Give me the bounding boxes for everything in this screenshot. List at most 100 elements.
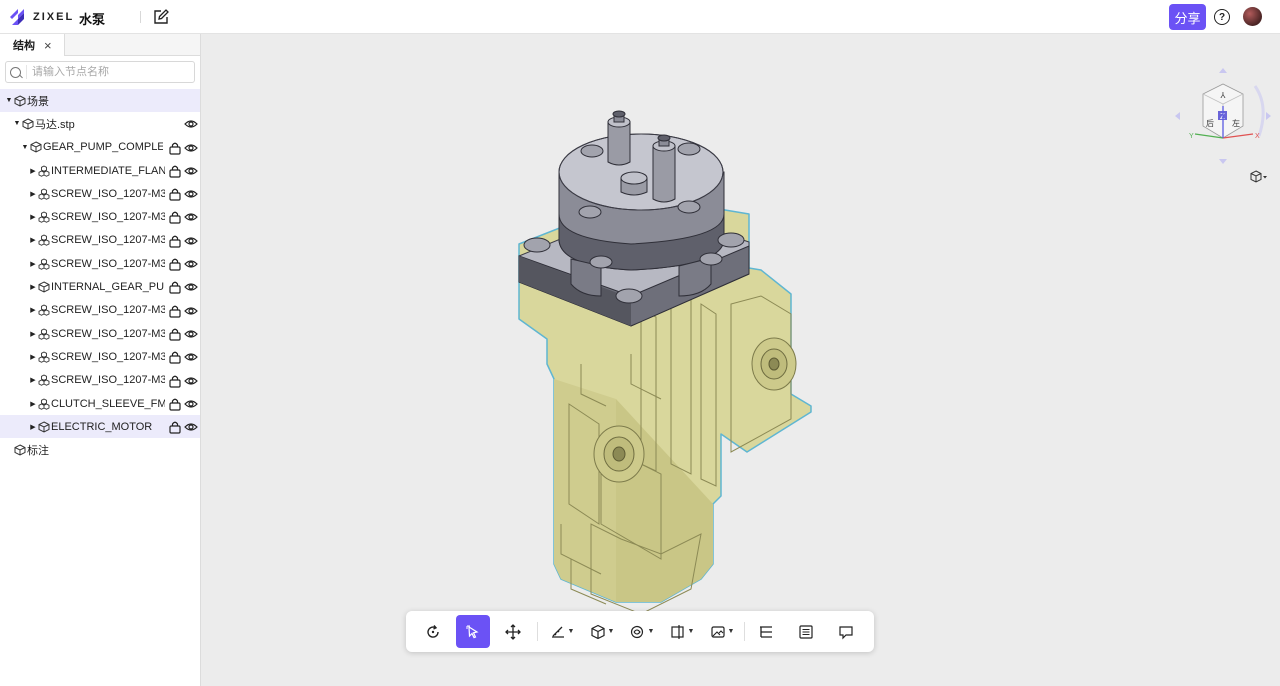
material-tool-button[interactable]: ▼: [624, 615, 660, 648]
view-mode-tool-button[interactable]: ▼: [584, 615, 620, 648]
help-button[interactable]: ?: [1214, 9, 1230, 25]
lock-icon[interactable]: [168, 304, 182, 318]
eye-icon[interactable]: [184, 397, 198, 411]
tree-node-annotations[interactable]: 标注: [0, 438, 200, 461]
eye-icon[interactable]: [184, 210, 198, 224]
arrow-down-icon[interactable]: [1219, 159, 1227, 164]
rotate-icon: [427, 624, 439, 638]
lock-icon[interactable]: [168, 374, 182, 388]
properties-button[interactable]: [789, 615, 823, 648]
eye-icon[interactable]: [184, 304, 198, 318]
3d-viewport[interactable]: [201, 34, 1280, 686]
view-cube[interactable]: Z Y 后 左 X Y: [1173, 66, 1273, 166]
lock-icon[interactable]: [168, 397, 182, 411]
svg-text:左: 左: [1232, 118, 1240, 128]
assembly-icon: [38, 374, 50, 387]
caret-right-icon[interactable]: ▶: [29, 167, 37, 175]
tree-node-child[interactable]: ▶ SCREW_ISO_1207-M3X: [0, 182, 200, 205]
material-icon: [630, 625, 643, 638]
caret-right-icon[interactable]: ▶: [29, 190, 37, 198]
eye-icon[interactable]: [184, 257, 198, 271]
arrow-right-icon[interactable]: [1266, 112, 1271, 120]
lock-icon[interactable]: [168, 210, 182, 225]
tree-node-child[interactable]: ▶ ELECTRIC_MOTOR: [0, 415, 200, 439]
properties-icon: [799, 624, 813, 639]
lock-icon[interactable]: [168, 280, 182, 294]
tree-node-child[interactable]: ▶ SCREW_ISO_1207-M3X: [0, 252, 200, 275]
tree-node-label: ELECTRIC_MOTOR: [51, 420, 153, 433]
zixel-logo[interactable]: ZIXEL: [8, 7, 74, 27]
lock-icon[interactable]: [168, 350, 182, 364]
svg-text:Y: Y: [1220, 90, 1226, 99]
eye-icon[interactable]: [184, 374, 198, 388]
tree-node-child[interactable]: ▶ SCREW_ISO_1207-M3X: [0, 369, 200, 392]
caret-down-icon[interactable]: ▼: [21, 144, 29, 151]
caret-right-icon[interactable]: ▶: [29, 400, 37, 408]
view-cube-graphic: Z Y 后 左 X Y: [1175, 68, 1271, 164]
arrow-left-icon[interactable]: [1175, 112, 1180, 120]
tree-node-child[interactable]: ▶ SCREW_ISO_1207-M3X: [0, 322, 200, 345]
caret-down-icon[interactable]: ▼: [5, 97, 13, 104]
cube-icon: [14, 95, 26, 107]
lock-icon[interactable]: [168, 141, 182, 155]
view-cube-menu-button[interactable]: [1249, 170, 1269, 184]
section-tool-button[interactable]: ▼: [664, 615, 700, 648]
document-title[interactable]: 水泵: [79, 9, 105, 28]
tree-node-child[interactable]: ▶ INTERNAL_GEAR_PUMP: [0, 275, 200, 298]
tree-node-child[interactable]: ▶ SCREW_ISO_1207-M3X: [0, 345, 200, 368]
tree-node-scene[interactable]: ▼ 场景: [0, 89, 200, 113]
eye-icon[interactable]: [184, 280, 198, 294]
eye-icon[interactable]: [184, 141, 198, 155]
panel-tabs: 结构 ×: [0, 34, 200, 56]
lock-icon[interactable]: [168, 164, 182, 178]
x-axis-label: X: [1255, 133, 1260, 140]
tree-node-child[interactable]: ▶ SCREW_ISO_1207-M3X: [0, 229, 200, 252]
eye-icon[interactable]: [184, 164, 198, 178]
model-tree: ▼ 场景 ▼ 马达.stp ▼ GEAR_PUMP_COMPLETE ▶ INTE…: [0, 89, 200, 462]
lock-icon[interactable]: [168, 327, 182, 341]
eye-icon[interactable]: [184, 187, 198, 201]
caret-right-icon[interactable]: ▶: [29, 213, 37, 221]
caret-right-icon[interactable]: ▶: [29, 330, 37, 338]
tree-node-child[interactable]: ▶ SCREW_ISO_1207-M3X: [0, 205, 200, 228]
tree-node-label: SCREW_ISO_1207-M3X: [51, 304, 165, 317]
lock-icon[interactable]: [168, 257, 182, 271]
comment-button[interactable]: [829, 615, 863, 648]
eye-icon[interactable]: [184, 420, 198, 434]
eye-icon[interactable]: [184, 117, 198, 131]
tree-node-child[interactable]: ▶ CLUTCH_SLEEVE_FM-0: [0, 392, 200, 415]
node-search-input[interactable]: [32, 64, 192, 80]
eye-icon[interactable]: [184, 327, 198, 341]
assembly-icon: [38, 328, 50, 340]
caret-right-icon[interactable]: ▶: [29, 260, 37, 268]
caret-right-icon[interactable]: ▶: [29, 423, 37, 431]
tree-node-file[interactable]: ▼ 马达.stp: [0, 112, 200, 135]
tab-close-icon[interactable]: ×: [44, 38, 52, 53]
structure-tree-button[interactable]: [749, 615, 783, 648]
select-tool-button[interactable]: [456, 615, 490, 648]
caret-right-icon[interactable]: ▶: [29, 283, 37, 291]
lock-icon[interactable]: [168, 234, 182, 248]
tree-node-child[interactable]: ▶ INTERMEDIATE_FLANGE: [0, 159, 200, 182]
tree-node-assembly[interactable]: ▼ GEAR_PUMP_COMPLETE: [0, 136, 200, 159]
caret-right-icon[interactable]: ▶: [29, 376, 37, 384]
pump-model[interactable]: [201, 34, 1280, 686]
caret-right-icon[interactable]: ▶: [29, 306, 37, 314]
measure-tool-button[interactable]: ▼: [544, 615, 580, 648]
caret-down-icon[interactable]: ▼: [13, 120, 21, 127]
caret-right-icon[interactable]: ▶: [29, 236, 37, 244]
share-button[interactable]: 分享: [1169, 4, 1206, 30]
edit-document-button[interactable]: [153, 8, 170, 25]
tab-structure[interactable]: 结构 ×: [0, 34, 65, 56]
lock-icon[interactable]: [168, 187, 182, 201]
eye-icon[interactable]: [184, 234, 198, 248]
user-avatar[interactable]: [1243, 7, 1262, 26]
tree-node-child[interactable]: ▶ SCREW_ISO_1207-M3X: [0, 299, 200, 322]
lock-icon[interactable]: [168, 420, 182, 434]
eye-icon[interactable]: [184, 350, 198, 364]
explode-tool-button[interactable]: ▼: [704, 615, 740, 648]
pan-tool-button[interactable]: [496, 615, 530, 648]
arrow-up-icon[interactable]: [1219, 68, 1227, 73]
rotate-tool-button[interactable]: [416, 615, 450, 648]
caret-right-icon[interactable]: ▶: [29, 353, 37, 361]
